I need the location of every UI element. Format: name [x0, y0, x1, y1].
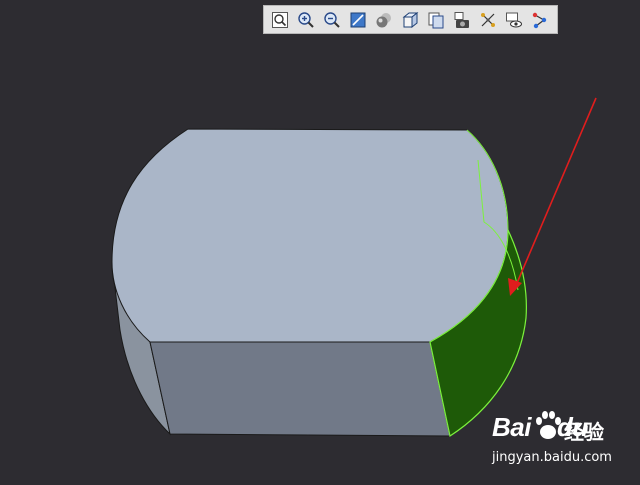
zoom-in-icon[interactable] — [293, 8, 319, 32]
top-face[interactable] — [111, 128, 509, 343]
baidu-jingyan-watermark: Bai du 经验 jingyan.baidu.com — [490, 408, 630, 468]
display-style-icon[interactable] — [527, 8, 553, 32]
zoom-out-icon[interactable] — [319, 8, 345, 32]
view-toolbar — [263, 5, 558, 34]
selection-filter-icon[interactable] — [475, 8, 501, 32]
shading-icon[interactable] — [371, 8, 397, 32]
hide-show-icon[interactable] — [501, 8, 527, 32]
baidu-paw-icon — [536, 411, 561, 439]
zoom-window-icon[interactable] — [345, 8, 371, 32]
screenshot-camera-icon[interactable] — [449, 8, 475, 32]
section-view-icon[interactable] — [423, 8, 449, 32]
zoom-fit-icon[interactable] — [267, 8, 293, 32]
annotation-arrow-line — [513, 97, 597, 291]
watermark-url: jingyan.baidu.com — [492, 450, 612, 465]
front-face[interactable] — [149, 341, 451, 437]
watermark-brand: 经验 — [564, 420, 604, 444]
view-orientation-icon[interactable] — [397, 8, 423, 32]
